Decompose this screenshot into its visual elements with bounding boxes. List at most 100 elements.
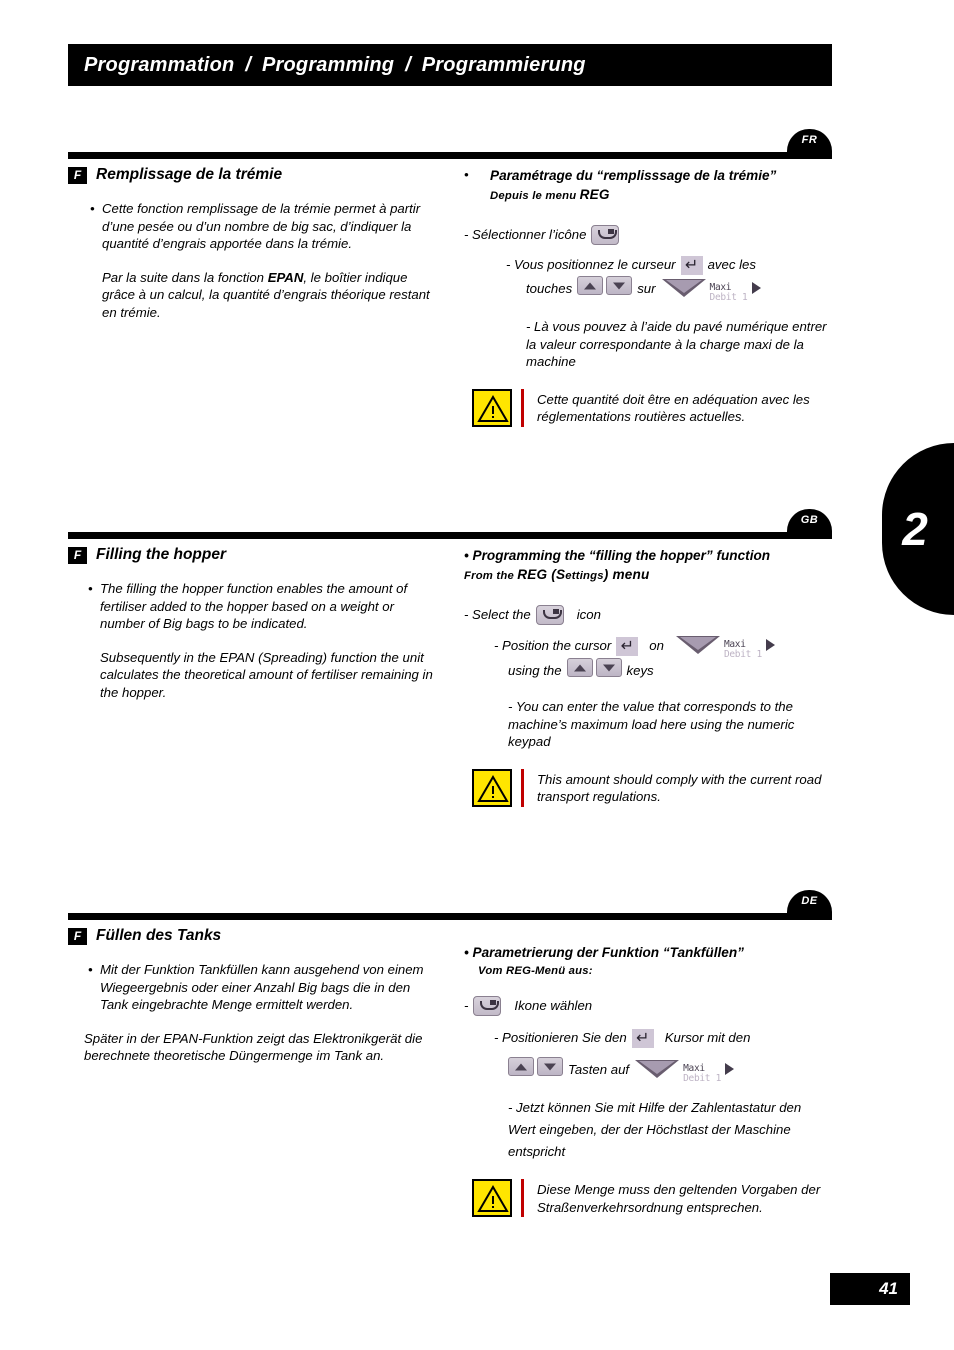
gb-warning-text: This amount should comply with the curre… xyxy=(537,771,822,805)
fr-step-3: - Là vous pouvez à l’aide du pavé numéri… xyxy=(526,319,827,369)
hopper-cone-inner xyxy=(665,280,702,293)
fr-subhead-row: • Paramétrage du “remplisssage de la tré… xyxy=(464,166,832,206)
gb-left-column: F Filling the hopper • The filling the h… xyxy=(68,546,440,701)
fr-right-column: • Paramétrage du “remplisssage de la tré… xyxy=(464,166,832,427)
maxi-level-icon: Maxi Debit 1 xyxy=(635,1058,739,1084)
arrow-down-key-icon[interactable] xyxy=(606,276,633,295)
arrow-up-key-icon[interactable] xyxy=(508,1057,534,1076)
maxi-level-icon: Maxi Debit 1 xyxy=(661,277,766,303)
fr-bullet-1: • Cette fonction remplissage de la trémi… xyxy=(90,201,421,251)
fr-menu-path: Depuis le menu REG xyxy=(490,187,610,202)
warning-red-bar xyxy=(521,388,524,427)
section-gb: GB F Filling the hopper • The filling th… xyxy=(68,509,832,862)
title-part-de: Programmierung xyxy=(421,53,586,76)
title-separator-1: / xyxy=(245,53,251,76)
warning-triangle-icon xyxy=(472,388,512,427)
fr-step-1: - Sélectionner l’icône xyxy=(464,224,832,246)
gb-bullet-1: • The filling the hopper function enable… xyxy=(88,581,408,631)
chapter-tab: 2 xyxy=(882,443,954,615)
title-separator-2: / xyxy=(405,53,411,76)
hopper-icon[interactable] xyxy=(473,996,502,1016)
title-part-fr: Programmation xyxy=(84,53,235,76)
fr-left-column: F Remplissage de la trémie • Cette fonct… xyxy=(68,166,440,321)
page-title-bar: Programmation / Programming / Programmie… xyxy=(68,44,832,86)
warning-triangle-icon xyxy=(472,768,512,807)
enter-key-icon[interactable] xyxy=(616,635,639,657)
fr-step-2: - Vous positionnez le curseur avec les xyxy=(464,254,832,276)
warning-glyph xyxy=(477,1185,509,1212)
section-fr: FR F Remplissage de la trémie • Cette fo… xyxy=(68,129,832,492)
arrow-keys-icon[interactable] xyxy=(508,1057,563,1083)
fr-epan-bold: EPAN xyxy=(267,269,304,285)
gb-step-3: - You can enter the value that correspon… xyxy=(508,699,795,749)
maxi-sublabel: Debit 1 xyxy=(709,292,748,303)
de-heading: F Füllen des Tanks xyxy=(68,927,440,945)
gb-subhead: • Programming the “filling the hopper” f… xyxy=(464,548,771,563)
fr-step-2b: touches sur Maxi Debit 1 xyxy=(464,276,832,303)
bullet-dot: • xyxy=(90,201,95,216)
gb-step-2b: using the keys xyxy=(464,658,832,684)
de-warning: Diese Menge muss den geltenden Vorgaben … xyxy=(464,1179,832,1217)
section-de: DE F Füllen des Tanks • Mit der Funktion… xyxy=(68,890,832,1253)
fr-heading-text: Remplissage de la trémie xyxy=(96,166,283,183)
hopper-cone-inner xyxy=(639,1061,676,1074)
warning-red-bar xyxy=(521,768,524,807)
arrow-down-key-icon[interactable] xyxy=(595,658,622,677)
warning-triangle-icon xyxy=(472,1179,512,1217)
page-number: 41 xyxy=(879,1279,898,1298)
de-right-column: • Parametrierung der Funktion “Tankfülle… xyxy=(464,927,832,1217)
gb-heading-text: Filling the hopper xyxy=(96,546,227,563)
warning-red-bar xyxy=(521,1179,524,1217)
arrow-up-key-icon[interactable] xyxy=(577,276,604,295)
flag-icon: F xyxy=(68,546,87,564)
hopper-cone-inner xyxy=(679,637,716,650)
title-part-gb: Programming xyxy=(261,53,395,76)
de-para-2: Später in der EPAN-Funktion zeigt das El… xyxy=(84,1030,423,1064)
gb-step-2: - Position the cursor on Maxi Debit 1 xyxy=(464,634,832,660)
de-heading-text: Füllen des Tanks xyxy=(96,927,222,944)
maxi-sublabel: Debit 1 xyxy=(683,1073,722,1084)
enter-key-icon[interactable] xyxy=(631,1027,654,1049)
arrow-keys-icon[interactable] xyxy=(566,658,622,684)
de-step-3: - Jetzt können Sie mit Hilfe der Zahlent… xyxy=(508,1100,802,1159)
arrow-up-key-icon[interactable] xyxy=(566,658,593,677)
gb-warning: This amount should comply with the curre… xyxy=(464,768,832,807)
gb-step-1: - Select the icon xyxy=(464,604,832,626)
hopper-icon[interactable] xyxy=(535,605,564,625)
de-warning-text: Diese Menge muss den geltenden Vorgaben … xyxy=(537,1182,821,1215)
right-triangle-icon xyxy=(725,1063,735,1075)
bullet-dot: • xyxy=(88,581,93,596)
fr-warning: Cette quantité doit être en adéquation a… xyxy=(464,388,832,427)
hopper-icon[interactable] xyxy=(591,225,620,245)
enter-key-icon[interactable] xyxy=(680,254,703,276)
bullet-dot: • xyxy=(88,962,93,977)
flag-icon: F xyxy=(68,166,87,184)
arrow-down-key-icon[interactable] xyxy=(537,1057,563,1076)
fr-heading: F Remplissage de la trémie xyxy=(68,166,440,184)
de-step-1: - Ikone wählen xyxy=(464,995,832,1017)
page-number-box: 41 xyxy=(830,1273,910,1305)
flag-icon: F xyxy=(68,927,87,945)
de-left-column: F Füllen des Tanks • Mit der Funktion Ta… xyxy=(68,927,440,1065)
chapter-number: 2 xyxy=(902,503,928,555)
arrow-keys-icon[interactable] xyxy=(577,276,633,302)
right-triangle-icon xyxy=(751,282,761,294)
de-step-2: - Positionieren Sie den Kursor mit den xyxy=(464,1027,832,1049)
warning-glyph xyxy=(477,394,509,422)
fr-subhead: Paramétrage du “remplisssage de la trémi… xyxy=(490,168,777,183)
gb-right-column: • Programming the “filling the hopper” f… xyxy=(464,546,832,807)
de-menu-path: Vom REG-Menü aus: xyxy=(478,965,593,977)
bullet-dot: • xyxy=(464,167,469,182)
gb-para-2: Subsequently in the EPAN (Spreading) fun… xyxy=(100,649,433,700)
de-subhead: • Parametrierung der Funktion “Tankfülle… xyxy=(464,945,744,960)
fr-para-2: Par la suite dans la fonction EPAN, le b… xyxy=(102,269,430,320)
maxi-level-icon: Maxi Debit 1 xyxy=(675,634,780,660)
maxi-sublabel: Debit 1 xyxy=(723,649,762,660)
gb-heading: F Filling the hopper xyxy=(68,546,440,564)
de-bullet-1: • Mit der Funktion Tankfüllen kann ausge… xyxy=(88,962,424,1012)
fr-warning-text: Cette quantité doit être en adéquation a… xyxy=(537,391,810,425)
right-triangle-icon xyxy=(765,639,775,651)
de-step-2b: Tasten auf Maxi Debit 1 xyxy=(464,1057,832,1084)
gb-menu-path: From the REG (Settings) menu xyxy=(464,567,650,582)
warning-glyph xyxy=(477,774,509,802)
